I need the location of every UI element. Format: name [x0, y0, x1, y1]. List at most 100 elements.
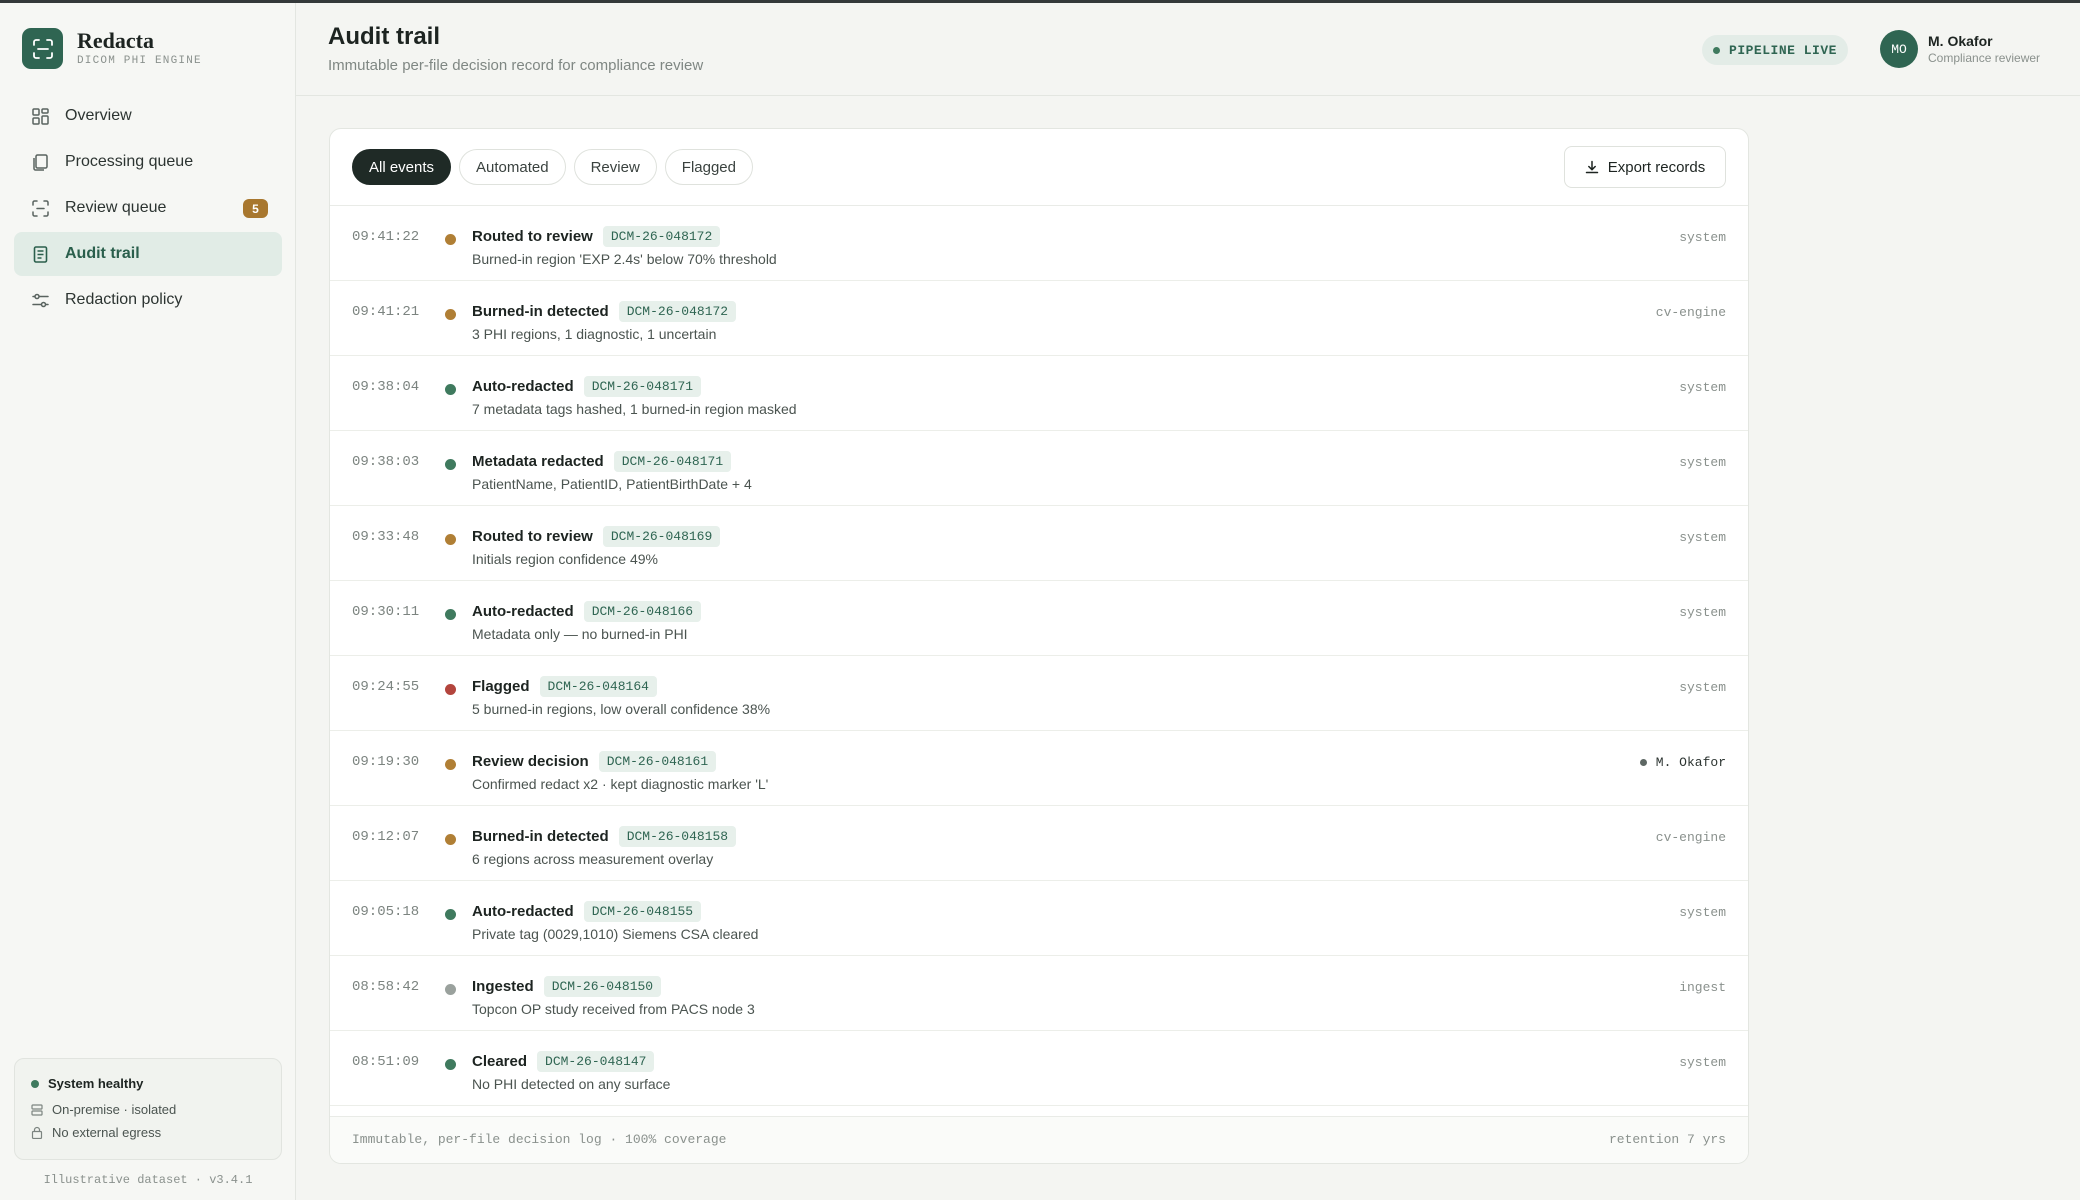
event-detail: 6 regions across measurement overlay: [472, 851, 714, 867]
user-role: Compliance reviewer: [1928, 51, 2041, 65]
event-title: Auto-redacted: [472, 603, 574, 620]
system-status-title: System healthy: [31, 1076, 265, 1091]
lock-icon: [31, 1126, 44, 1139]
event-detail: No PHI detected on any surface: [472, 1076, 671, 1092]
download-icon: [1585, 160, 1599, 174]
event-time: 08:58:42: [352, 979, 420, 995]
coverage-note: Immutable, per-file decision log · 100% …: [352, 1132, 727, 1147]
event-actor: system: [1679, 380, 1726, 395]
system-status-panel: System healthy On-premise · isolated No …: [14, 1058, 282, 1160]
sidebar-item-label: Audit trail: [65, 245, 140, 262]
export-records-button[interactable]: Export records: [1564, 146, 1726, 188]
event-actor: system: [1679, 455, 1726, 470]
event-detail: Burned-in region 'EXP 2.4s' below 70% th…: [472, 251, 777, 267]
event-actor: system: [1679, 530, 1726, 545]
file-id-tag[interactable]: DCM-26-048155: [583, 901, 702, 922]
event-heading: Routed to review DCM-26-048172: [472, 226, 721, 247]
audit-event-row[interactable]: 09:30:11 Auto-redacted DCM-26-048166 Metada…: [330, 581, 1748, 656]
filter-flagged[interactable]: Flagged: [664, 149, 753, 185]
sidebar-item-overview[interactable]: Overview: [14, 94, 282, 138]
sidebar: Redacta DICOM PHI ENGINE Overview Proces…: [0, 3, 296, 1200]
sidebar-item-label: Redaction policy: [65, 291, 183, 308]
event-heading: Auto-redacted DCM-26-048171: [472, 376, 702, 397]
server-icon: [31, 1103, 44, 1116]
audit-event-row[interactable]: 09:38:04 Auto-redacted DCM-26-048171 7 meta…: [330, 356, 1748, 431]
pipeline-status-badge: PIPELINE LIVE: [1702, 35, 1848, 65]
status-dot-icon: [445, 909, 456, 920]
filter-review[interactable]: Review: [573, 149, 657, 185]
event-actor: system: [1679, 1055, 1726, 1070]
file-id-tag[interactable]: DCM-26-048172: [618, 301, 737, 322]
event-actor: M. Okafor: [1639, 755, 1726, 770]
event-actor: system: [1679, 605, 1726, 620]
filter-automated[interactable]: Automated: [459, 149, 566, 185]
sliders-icon: [30, 290, 50, 310]
export-label: Export records: [1607, 158, 1706, 176]
file-id-tag[interactable]: DCM-26-048150: [543, 976, 662, 997]
event-heading: Routed to review DCM-26-048169: [472, 526, 721, 547]
audit-event-row[interactable]: 09:33:48 Routed to review DCM-26-048169 Ini…: [330, 506, 1748, 581]
audit-event-row[interactable]: 09:19:30 Review decision DCM-26-048161 Conf…: [330, 731, 1748, 806]
document-icon: [30, 244, 50, 264]
sidebar-nav: Overview Processing queue Review queue 5…: [14, 94, 282, 324]
audit-event-row[interactable]: 09:41:22 Routed to review DCM-26-048172 Bur…: [330, 206, 1748, 281]
event-detail: 3 PHI regions, 1 diagnostic, 1 uncertain: [472, 326, 717, 342]
status-dot-icon: [31, 1079, 39, 1088]
status-dot-icon: [445, 684, 456, 695]
sidebar-item-review-queue[interactable]: Review queue 5: [14, 186, 282, 230]
file-id-tag[interactable]: DCM-26-048171: [613, 451, 732, 472]
avatar: MO: [1880, 30, 1918, 68]
status-dot-icon: [445, 834, 456, 845]
audit-event-row[interactable]: 09:41:21 Burned-in detected DCM-26-048172 3…: [330, 281, 1748, 356]
audit-event-row[interactable]: 08:51:09 Cleared DCM-26-048147 No PHI detec…: [330, 1031, 1748, 1106]
audit-event-row[interactable]: 08:58:42 Ingested DCM-26-048150 Topcon OP s…: [330, 956, 1748, 1031]
event-title: Metadata redacted: [472, 453, 604, 470]
event-title: Routed to review: [472, 228, 593, 245]
file-id-tag[interactable]: DCM-26-048171: [583, 376, 702, 397]
status-dot-icon: [445, 984, 456, 995]
grid-icon: [30, 106, 50, 126]
sidebar-item-redaction-policy[interactable]: Redaction policy: [14, 278, 282, 322]
sidebar-item-label: Processing queue: [65, 153, 194, 170]
page-title: Audit trail: [328, 23, 440, 50]
file-id-tag[interactable]: DCM-26-048169: [602, 526, 721, 547]
audit-event-row[interactable]: 09:38:03 Metadata redacted DCM-26-048171 Pa…: [330, 431, 1748, 506]
audit-log-card: All events Automated Review Flagged Expo…: [329, 128, 1749, 1164]
status-dot-icon: [445, 309, 456, 320]
file-id-tag[interactable]: DCM-26-048166: [583, 601, 702, 622]
sidebar-item-label: Overview: [65, 107, 132, 124]
file-id-tag[interactable]: DCM-26-048147: [537, 1051, 655, 1072]
event-heading: Burned-in detected DCM-26-048172: [472, 301, 737, 322]
brand[interactable]: Redacta DICOM PHI ENGINE: [22, 28, 202, 69]
event-heading: Flagged DCM-26-048164: [472, 676, 657, 697]
event-list: 09:41:22 Routed to review DCM-26-048172 Bur…: [330, 206, 1748, 1106]
event-actor-label: system: [1679, 230, 1726, 245]
sidebar-item-processing-queue[interactable]: Processing queue: [14, 140, 282, 184]
user-menu[interactable]: MO M. Okafor Compliance reviewer: [1880, 30, 2040, 68]
audit-event-row[interactable]: 09:12:07 Burned-in detected DCM-26-048158 6…: [330, 806, 1748, 881]
status-dot-icon: [445, 384, 456, 395]
audit-footer: Immutable, per-file decision log · 100% …: [330, 1116, 1748, 1163]
file-id-tag[interactable]: DCM-26-048172: [602, 226, 721, 247]
event-actor-label: cv-engine: [1655, 830, 1726, 845]
event-time: 08:51:09: [352, 1054, 420, 1070]
audit-event-row[interactable]: 09:05:18 Auto-redacted DCM-26-048155 Privat…: [330, 881, 1748, 956]
status-dot-icon: [445, 459, 456, 470]
sidebar-item-audit-trail[interactable]: Audit trail: [14, 232, 282, 276]
file-id-tag[interactable]: DCM-26-048164: [539, 676, 657, 697]
event-actor-label: cv-engine: [1655, 305, 1726, 320]
audit-event-row[interactable]: 09:24:55 Flagged DCM-26-048164 5 burned-in …: [330, 656, 1748, 731]
filter-all-events[interactable]: All events: [352, 149, 452, 185]
status-dot-icon: [445, 1059, 456, 1070]
event-time: 09:12:07: [352, 829, 420, 845]
event-title: Auto-redacted: [472, 378, 574, 395]
event-detail: Confirmed redact x2 · kept diagnostic ma…: [472, 776, 769, 792]
event-time: 09:33:48: [352, 529, 420, 545]
file-id-tag[interactable]: DCM-26-048161: [598, 751, 717, 772]
file-id-tag[interactable]: DCM-26-048158: [618, 826, 737, 847]
event-time: 09:24:55: [352, 679, 420, 695]
live-dot-icon: [1713, 46, 1721, 54]
event-actor-label: M. Okafor: [1655, 755, 1726, 770]
event-heading: Burned-in detected DCM-26-048158: [472, 826, 737, 847]
filter-chips: All events Automated Review Flagged: [352, 149, 761, 185]
